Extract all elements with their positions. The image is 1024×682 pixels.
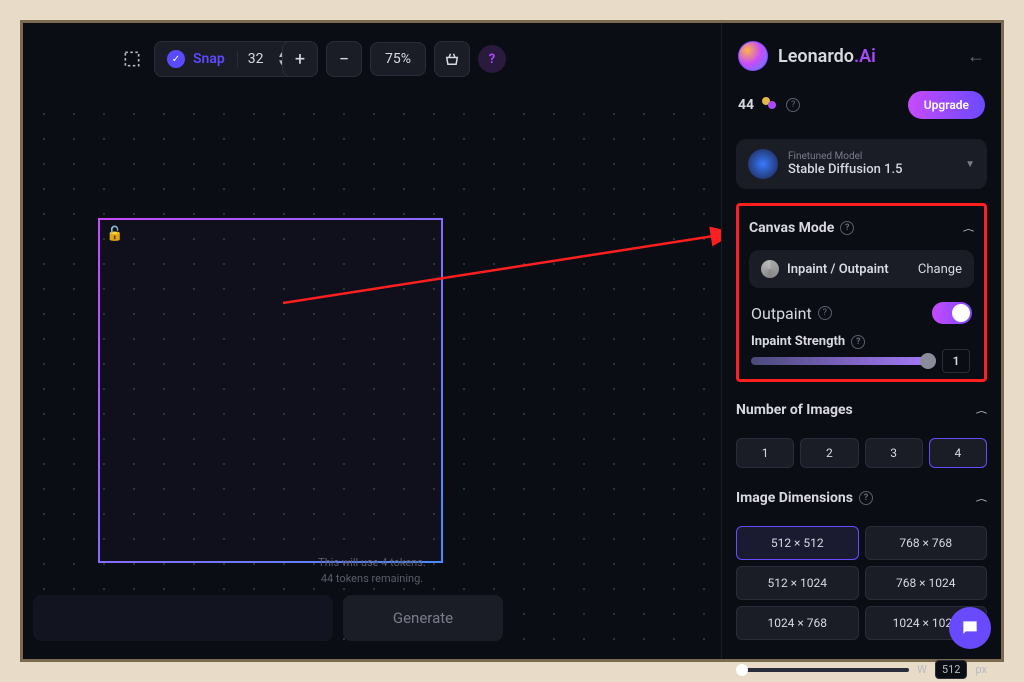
info-icon[interactable]: ? (786, 98, 800, 112)
slider-handle[interactable] (920, 353, 936, 369)
basket-button[interactable] (434, 41, 470, 77)
brand-title: Leonardo.Ai (778, 46, 876, 67)
canvas-area[interactable]: ✓ Snap 32 ▲ ▼ + − 75% ? 🔓 (23, 23, 721, 659)
dim-option[interactable]: 512 × 512 (736, 526, 859, 560)
model-selector[interactable]: Finetuned Model Stable Diffusion 1.5 ▼ (736, 139, 987, 189)
dim-option[interactable]: 768 × 1024 (865, 566, 988, 600)
dim-option[interactable]: 512 × 1024 (736, 566, 859, 600)
collapse-icon[interactable]: ︿ (976, 493, 987, 503)
exit-icon[interactable]: ← (967, 46, 985, 67)
outpaint-toggle[interactable] (932, 302, 972, 324)
settings-sidebar: Leonardo.Ai ← 44 ? Upgrade Finetuned Mod… (721, 23, 1001, 659)
num-images-1[interactable]: 1 (736, 438, 794, 468)
canvas-mode-card: Inpaint / Outpaint Change (749, 250, 974, 288)
chevron-down-icon: ▼ (965, 159, 975, 170)
dim-option[interactable]: 768 × 768 (865, 526, 988, 560)
inpaint-strength-slider[interactable] (751, 357, 936, 365)
dim-option[interactable]: 1024 × 768 (736, 606, 859, 640)
collapse-icon[interactable]: ︿ (963, 223, 974, 233)
width-slider[interactable] (736, 668, 909, 672)
info-icon[interactable]: ? (818, 306, 832, 320)
snap-toggle[interactable]: ✓ Snap 32 ▲ ▼ (154, 41, 298, 77)
num-images-2[interactable]: 2 (800, 438, 858, 468)
snap-value: 32 (237, 51, 264, 67)
zoom-in-button[interactable]: + (282, 41, 318, 77)
info-icon[interactable]: ? (840, 221, 854, 235)
width-unit: px (975, 663, 987, 676)
model-thumb-icon (748, 149, 778, 179)
num-images-4[interactable]: 4 (929, 438, 987, 468)
zoom-level[interactable]: 75% (370, 42, 426, 76)
palette-icon (761, 260, 779, 278)
change-mode-button[interactable]: Change (918, 262, 962, 277)
help-button[interactable]: ? (478, 45, 506, 73)
num-images-title: Number of Images (736, 402, 853, 418)
canvas-frame[interactable]: 🔓 (98, 218, 443, 563)
inpaint-strength-value: 1 (942, 349, 970, 373)
info-icon[interactable]: ? (859, 491, 873, 505)
canvas-mode-title: Canvas Mode (749, 220, 834, 236)
num-images-3[interactable]: 3 (865, 438, 923, 468)
model-badge: Finetuned Model (788, 151, 902, 162)
zoom-out-button[interactable]: − (326, 41, 362, 77)
width-label: W (917, 663, 927, 676)
model-name: Stable Diffusion 1.5 (788, 162, 902, 177)
mode-label: Inpaint / Outpaint (787, 262, 889, 277)
token-note: This will use 4 tokens. 44 tokens remain… (23, 555, 721, 587)
generate-button[interactable]: Generate (343, 595, 503, 641)
selection-mode-icon[interactable] (118, 45, 146, 73)
width-value[interactable]: 512 (935, 660, 968, 679)
image-dimensions-title: Image Dimensions (736, 490, 853, 506)
snap-label: Snap (193, 51, 225, 67)
token-count: 44 (738, 97, 754, 113)
coins-icon (762, 97, 778, 113)
lock-icon[interactable]: 🔓 (106, 226, 123, 242)
prompt-input[interactable] (33, 595, 333, 641)
collapse-icon[interactable]: ︿ (976, 405, 987, 415)
num-images-group: 1234 (736, 438, 987, 468)
inpaint-strength-label: Inpaint Strength (751, 334, 845, 349)
check-icon: ✓ (167, 50, 185, 68)
brand-logo-icon (738, 41, 768, 71)
chat-button[interactable] (949, 607, 991, 649)
upgrade-button[interactable]: Upgrade (908, 91, 985, 119)
outpaint-label: Outpaint (751, 304, 812, 323)
canvas-mode-section: Canvas Mode ? ︿ Inpaint / Outpaint Chang… (736, 203, 987, 382)
info-icon[interactable]: ? (851, 335, 865, 349)
